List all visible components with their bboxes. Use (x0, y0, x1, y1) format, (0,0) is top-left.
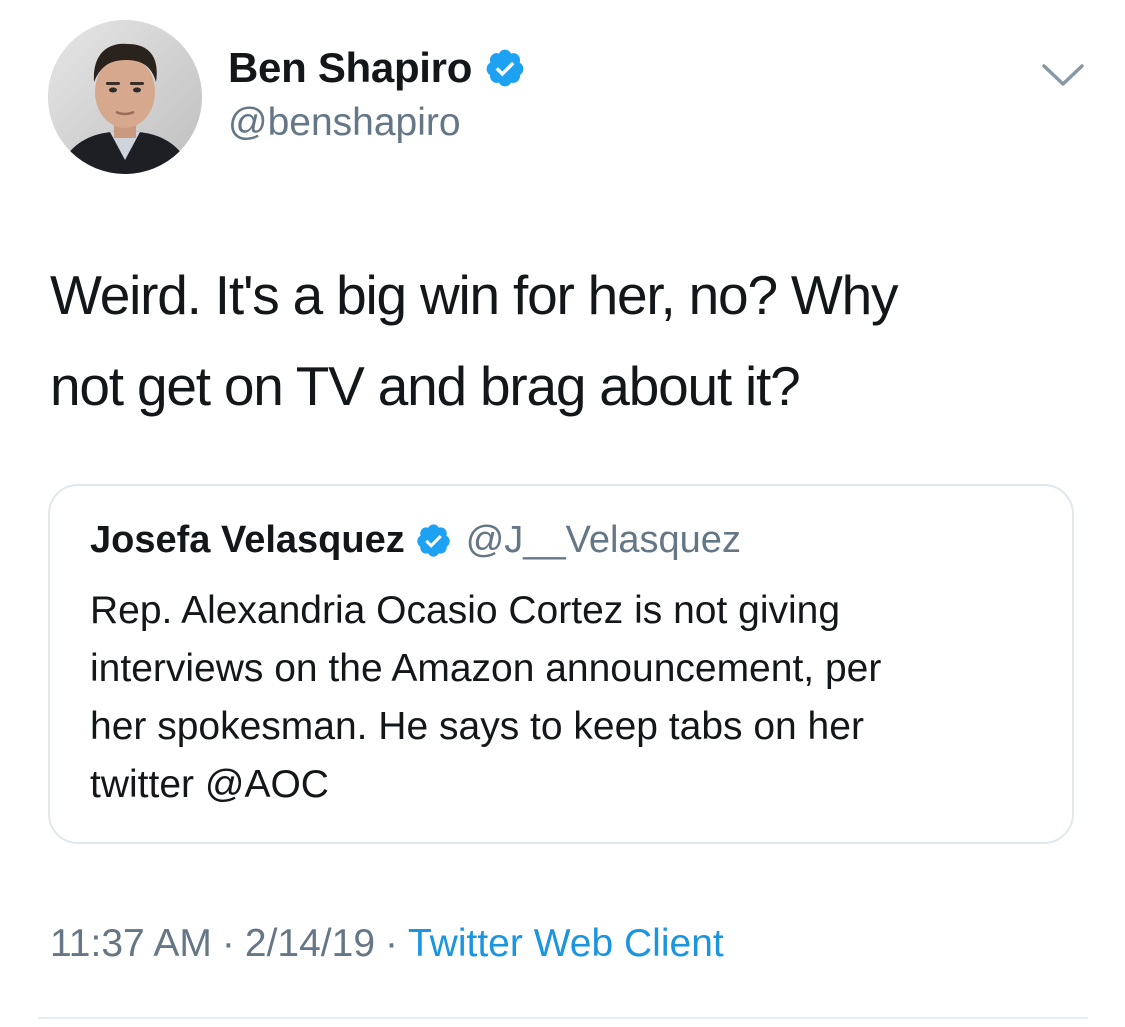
tweet-date[interactable]: 2/14/19 (245, 922, 375, 965)
quoted-text-line: interviews on the Amazon announcement, p… (90, 647, 882, 690)
tweet-source-link[interactable]: Twitter Web Client (408, 922, 724, 965)
quoted-tweet-text: Rep. Alexandria Ocasio Cortez is not giv… (90, 582, 1050, 814)
author-handle[interactable]: @benshapiro (228, 98, 461, 148)
avatar-image (48, 20, 202, 174)
tweet-text-line: not get on TV and brag about it? (50, 355, 801, 417)
meta-separator: · (385, 922, 399, 965)
quoted-author-name: Josefa Velasquez (90, 519, 405, 561)
author-avatar[interactable] (48, 20, 202, 174)
tweet-metadata: 11:37 AM · 2/14/19 · Twitter Web Client (50, 918, 724, 970)
quoted-text-line: Rep. Alexandria Ocasio Cortez is not giv… (90, 589, 841, 632)
chevron-down-icon[interactable] (1040, 58, 1086, 92)
author-name-text: Ben Shapiro (228, 44, 473, 91)
tweet-text: Weird. It's a big win for her, no? Why n… (50, 250, 1090, 432)
quoted-tweet-header: Josefa Velasquez @J__Velasquez (90, 516, 741, 564)
author-display-name[interactable]: Ben Shapiro (228, 42, 526, 94)
quoted-text-line: her spokesman. He says to keep tabs on h… (90, 705, 864, 748)
divider (38, 1017, 1088, 1019)
quoted-text-line: twitter @AOC (90, 763, 329, 806)
quoted-tweet-card[interactable]: Josefa Velasquez @J__Velasquez Rep. Alex… (48, 484, 1074, 844)
verified-badge-icon (486, 49, 524, 87)
tweet-text-line: Weird. It's a big win for her, no? Why (50, 264, 899, 326)
verified-badge-icon (417, 523, 450, 557)
quoted-author-handle: @J__Velasquez (465, 519, 741, 561)
meta-separator: · (221, 922, 235, 965)
tweet-time[interactable]: 11:37 AM (50, 922, 212, 965)
